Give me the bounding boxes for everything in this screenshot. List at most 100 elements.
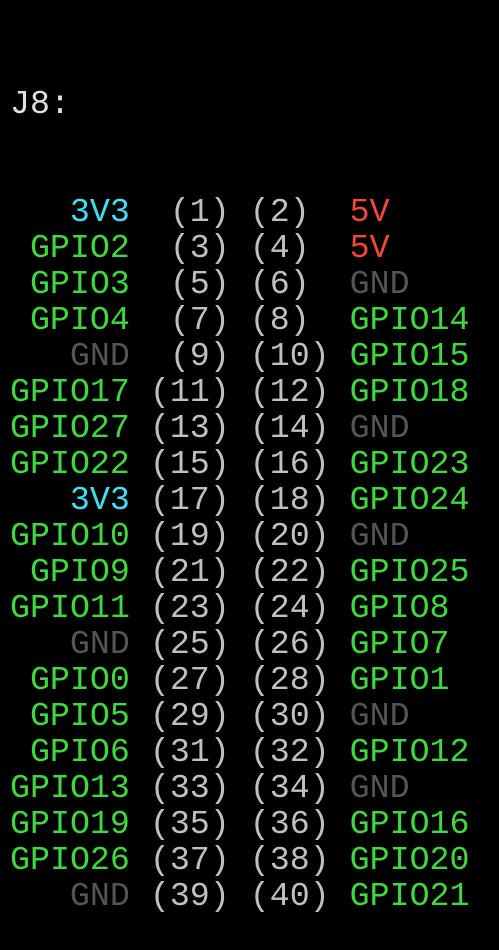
left-pin-name: GPIO10 xyxy=(10,517,130,555)
pin-row: GPIO4 (7) (8) GPIO14 xyxy=(10,302,470,338)
left-pin-number: (29) xyxy=(149,697,230,735)
right-pin-name: GPIO21 xyxy=(349,877,470,915)
left-pin-name: GPIO17 xyxy=(10,373,130,411)
left-pin-name: GPIO5 xyxy=(29,697,130,735)
pin-row: GPIO22 (15) (16) GPIO23 xyxy=(10,446,470,482)
right-pin-number: (8) xyxy=(249,301,310,339)
right-pin-name: GPIO20 xyxy=(349,841,470,879)
right-pin-name: GND xyxy=(349,409,410,447)
right-pin-name: GPIO15 xyxy=(349,337,470,375)
left-pin-name: GND xyxy=(69,877,130,915)
right-pin-name: GPIO7 xyxy=(349,625,450,663)
left-pin-number: (3) xyxy=(169,229,230,267)
left-pin-number: (13) xyxy=(149,409,230,447)
right-pin-name: GPIO23 xyxy=(349,445,470,483)
right-pin-number: (14) xyxy=(249,409,330,447)
left-pin-name: GPIO27 xyxy=(10,409,130,447)
left-pin-name: GPIO13 xyxy=(10,769,130,807)
pin-row: GPIO9 (21) (22) GPIO25 xyxy=(10,554,470,590)
left-pin-number: (21) xyxy=(149,553,230,591)
left-pin-name: GPIO4 xyxy=(29,301,130,339)
right-pin-number: (6) xyxy=(249,265,310,303)
right-pin-name: 5V xyxy=(349,229,390,267)
left-pin-name: GPIO19 xyxy=(10,805,130,843)
left-pin-number: (15) xyxy=(149,445,230,483)
right-pin-number: (2) xyxy=(249,193,310,231)
right-pin-number: (12) xyxy=(249,373,330,411)
terminal-output: J8: 3V3 (1) (2) 5V GPIO2 (3) (4) 5V GPIO3 (5) (6) G… xyxy=(10,14,470,950)
right-pin-name: GPIO16 xyxy=(349,805,470,843)
right-pin-number: (36) xyxy=(249,805,330,843)
right-pin-number: (16) xyxy=(249,445,330,483)
right-pin-number: (32) xyxy=(249,733,330,771)
left-pin-number: (1) xyxy=(169,193,230,231)
left-pin-number: (17) xyxy=(149,481,230,519)
pin-row: GPIO10 (19) (20) GND xyxy=(10,518,470,554)
left-pin-number: (5) xyxy=(169,265,230,303)
pin-row: GND (25) (26) GPIO7 xyxy=(10,626,470,662)
right-pin-name: GND xyxy=(349,769,410,807)
right-pin-name: GPIO14 xyxy=(349,301,470,339)
left-pin-number: (25) xyxy=(149,625,230,663)
right-pin-number: (22) xyxy=(249,553,330,591)
left-pin-name: GND xyxy=(69,625,130,663)
pin-row: GPIO27 (13) (14) GND xyxy=(10,410,470,446)
left-pin-name: GPIO26 xyxy=(10,841,130,879)
pin-row: GPIO6 (31) (32) GPIO12 xyxy=(10,734,470,770)
pin-row: GPIO19 (35) (36) GPIO16 xyxy=(10,806,470,842)
left-pin-name: 3V3 xyxy=(69,193,130,231)
right-pin-name: GND xyxy=(349,697,410,735)
left-pin-number: (7) xyxy=(169,301,230,339)
pin-row: GPIO13 (33) (34) GND xyxy=(10,770,470,806)
left-pin-number: (27) xyxy=(149,661,230,699)
right-pin-number: (38) xyxy=(249,841,330,879)
right-pin-number: (28) xyxy=(249,661,330,699)
right-pin-name: GPIO25 xyxy=(349,553,470,591)
left-pin-name: 3V3 xyxy=(69,481,130,519)
right-pin-number: (4) xyxy=(249,229,310,267)
pin-row: GPIO5 (29) (30) GND xyxy=(10,698,470,734)
pin-row: GND (9) (10) GPIO15 xyxy=(10,338,470,374)
left-pin-number: (11) xyxy=(149,373,230,411)
pin-row: GPIO17 (11) (12) GPIO18 xyxy=(10,374,470,410)
pin-row: GND (39) (40) GPIO21 xyxy=(10,878,470,914)
pin-row: GPIO2 (3) (4) 5V xyxy=(10,230,470,266)
right-pin-name: 5V xyxy=(349,193,390,231)
left-pin-number: (31) xyxy=(149,733,230,771)
left-pin-name: GPIO3 xyxy=(29,265,130,303)
right-pin-name: GPIO24 xyxy=(349,481,470,519)
header-label: J8: xyxy=(10,85,70,123)
left-pin-name: GPIO11 xyxy=(10,589,130,627)
left-pin-name: GPIO22 xyxy=(10,445,130,483)
left-pin-number: (39) xyxy=(149,877,230,915)
left-pin-name: GPIO9 xyxy=(29,553,130,591)
left-pin-number: (33) xyxy=(149,769,230,807)
pin-row: 3V3 (17) (18) GPIO24 xyxy=(10,482,470,518)
left-pin-number: (37) xyxy=(149,841,230,879)
right-pin-number: (40) xyxy=(249,877,330,915)
right-pin-name: GPIO8 xyxy=(349,589,450,627)
left-pin-number: (23) xyxy=(149,589,230,627)
left-pin-name: GND xyxy=(69,337,130,375)
right-pin-name: GND xyxy=(349,265,410,303)
right-pin-number: (34) xyxy=(249,769,330,807)
right-pin-name: GND xyxy=(349,517,410,555)
pin-row: GPIO26 (37) (38) GPIO20 xyxy=(10,842,470,878)
right-pin-name: GPIO18 xyxy=(349,373,470,411)
pin-row: GPIO11 (23) (24) GPIO8 xyxy=(10,590,470,626)
left-pin-number: (9) xyxy=(169,337,230,375)
left-pin-name: GPIO6 xyxy=(29,733,130,771)
right-pin-number: (18) xyxy=(249,481,330,519)
right-pin-number: (24) xyxy=(249,589,330,627)
right-pin-number: (26) xyxy=(249,625,330,663)
left-pin-number: (35) xyxy=(149,805,230,843)
right-pin-name: GPIO1 xyxy=(349,661,450,699)
left-pin-name: GPIO0 xyxy=(29,661,130,699)
pin-row: GPIO0 (27) (28) GPIO1 xyxy=(10,662,470,698)
right-pin-number: (30) xyxy=(249,697,330,735)
left-pin-number: (19) xyxy=(149,517,230,555)
pin-row: GPIO3 (5) (6) GND xyxy=(10,266,470,302)
right-pin-name: GPIO12 xyxy=(349,733,470,771)
pinout-rows: 3V3 (1) (2) 5V GPIO2 (3) (4) 5V GPIO3 (5) (6) GND GP… xyxy=(10,194,470,914)
right-pin-number: (20) xyxy=(249,517,330,555)
